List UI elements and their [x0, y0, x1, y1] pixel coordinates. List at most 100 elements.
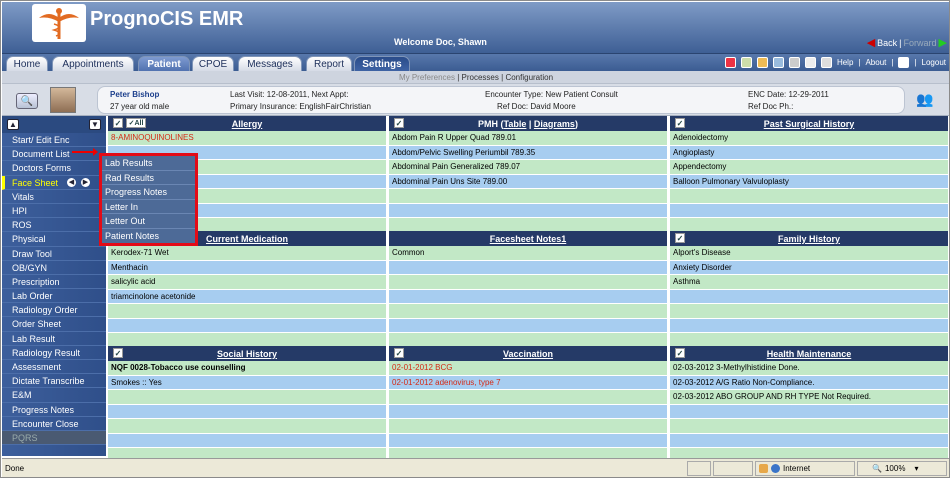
alert-icon[interactable]	[724, 57, 736, 68]
psh-title[interactable]: Past Surgical History	[670, 119, 948, 129]
home-icon[interactable]	[740, 57, 752, 68]
face-sheet: ✓ ✓All Allergy 8-AMINOQUINOLINES ✓ PMH (Tab…	[108, 116, 948, 463]
encounter-type: Encounter Type: New Patient Consult	[485, 90, 618, 99]
facesheet-notes-title[interactable]: Facesheet Notes1	[389, 234, 667, 244]
pmh-title: PMH (Table | Diagrams)	[478, 118, 578, 129]
vaccination-panel: ✓ Vaccination 02-01-2012 BCG 02-01-2012 a…	[389, 346, 667, 463]
pmh-diagrams-link[interactable]: Diagrams	[534, 119, 575, 129]
sidebar-item-obgyn[interactable]: OB/GYN	[2, 261, 106, 275]
sidebar-item-draw-tool[interactable]: Draw Tool	[2, 247, 106, 261]
pmh-checkbox[interactable]: ✓	[394, 118, 404, 128]
collapse-up-icon[interactable]: ▲	[7, 119, 19, 130]
list-item: Common	[389, 246, 667, 261]
tab-appointments[interactable]: Appointments	[52, 56, 134, 71]
health-maintenance-title[interactable]: Health Maintenance	[670, 349, 948, 359]
document-list-popup: Lab Results Rad Results Progress Notes L…	[99, 153, 198, 246]
sidebar-item-physical[interactable]: Physical	[2, 232, 106, 247]
list-item: Balloon Pulmonary Valvuloplasty	[670, 174, 948, 189]
sidebar-item-pqrs[interactable]: PQRS	[2, 430, 106, 446]
binoculars-icon[interactable]: 🔍	[16, 93, 38, 109]
health-maintenance-panel: ✓ Health Maintenance 02-03-2012 3-Methylh…	[670, 346, 948, 463]
social-checkbox[interactable]: ✓	[113, 348, 123, 358]
welcome-text: Welcome Doc, Shawn	[394, 37, 487, 47]
popup-item-progress-notes[interactable]: Progress Notes	[102, 185, 195, 200]
sidebar-item-ros[interactable]: ROS	[2, 218, 106, 233]
people-icon[interactable]	[756, 57, 768, 68]
list-item: 02-03-2012 3-Methylhistidine Done.	[670, 361, 948, 376]
sidebar-item-em[interactable]: E&M	[2, 388, 106, 403]
popup-item-lab-results[interactable]: Lab Results	[102, 156, 195, 171]
vaccination-checkbox[interactable]: ✓	[394, 348, 404, 358]
allergy-checkbox[interactable]: ✓	[113, 118, 123, 128]
zoom-control[interactable]: 🔍 100% ▾	[857, 461, 947, 476]
logout-icon[interactable]	[898, 57, 910, 68]
sidebar-item-lab-result[interactable]: Lab Result	[2, 332, 106, 346]
calculator-icon[interactable]	[788, 57, 800, 68]
tab-settings[interactable]: Settings	[354, 56, 410, 71]
sidebar-item-radiology-result[interactable]: Radiology Result	[2, 346, 106, 360]
list-item: 02-03-2012 A/G Ratio Non-Compliance.	[670, 375, 948, 390]
lock-icon	[759, 464, 768, 473]
list-item: Abdom/Pelvic Swelling Periumbil 789.35	[389, 145, 667, 160]
collapse-down-icon[interactable]: ▼	[89, 119, 101, 130]
my-preferences-link[interactable]: My Preferences	[399, 73, 455, 82]
pmh-table-link[interactable]: Table	[504, 119, 527, 129]
tab-home[interactable]: Home	[6, 56, 48, 71]
about-link[interactable]: About	[865, 58, 886, 67]
back-link[interactable]: Back	[877, 38, 897, 48]
sidebar-item-prescription[interactable]: Prescription	[2, 275, 106, 290]
sidebar-item-encounter-close[interactable]: Encounter Close	[2, 417, 106, 431]
sidebar-item-face-sheet[interactable]: Face Sheet ◀ ▶	[2, 175, 106, 190]
logout-link[interactable]: Logout	[922, 58, 946, 67]
sub-nav: My Preferences | Processes | Configurati…	[2, 71, 949, 84]
popup-item-letter-in[interactable]: Letter In	[102, 200, 195, 214]
pharmacy-icon[interactable]	[772, 57, 784, 68]
search-icon[interactable]	[820, 57, 832, 68]
sidebar-item-document-list[interactable]: Document List	[2, 147, 106, 162]
health-checkbox[interactable]: ✓	[675, 348, 685, 358]
popup-item-patient-notes[interactable]: Patient Notes	[102, 229, 195, 244]
patient-info-box: Peter Bishop 27 year old male Last Visit…	[97, 86, 905, 114]
back-arrow-icon[interactable]: ◀	[867, 36, 875, 49]
list-item: Asthma	[670, 275, 948, 290]
sidebar-item-start-edit-enc[interactable]: Start/ Edit Enc	[2, 133, 106, 148]
next-icon[interactable]: ▶	[81, 177, 90, 187]
allergy-all-checkbox[interactable]: ✓All	[126, 118, 146, 128]
forward-link[interactable]: Forward	[904, 38, 937, 48]
sidebar-item-doctors-forms[interactable]: Doctors Forms	[2, 161, 106, 176]
forward-arrow-icon[interactable]: ▶	[939, 36, 947, 49]
mail-icon[interactable]	[804, 57, 816, 68]
back-forward-nav[interactable]: ◀ Back | Forward ▶	[867, 36, 947, 49]
popup-item-rad-results[interactable]: Rad Results	[102, 171, 195, 185]
sidebar-item-assessment[interactable]: Assessment	[2, 360, 106, 375]
family-checkbox[interactable]: ✓	[675, 233, 685, 243]
sidebar-item-vitals[interactable]: Vitals	[2, 190, 106, 204]
list-item: Anxiety Disorder	[670, 260, 948, 275]
popup-item-letter-out[interactable]: Letter Out	[102, 214, 195, 229]
processes-link[interactable]: Processes	[462, 73, 499, 82]
sidebar-item-dictate-transcribe[interactable]: Dictate Transcribe	[2, 374, 106, 389]
allergy-title[interactable]: Allergy	[108, 119, 386, 129]
sidebar-item-progress-notes[interactable]: Progress Notes	[2, 403, 106, 417]
social-history-title[interactable]: Social History	[108, 349, 386, 359]
tab-cpoe[interactable]: CPOE	[192, 56, 234, 71]
prev-icon[interactable]: ◀	[67, 177, 76, 187]
tab-messages[interactable]: Messages	[238, 56, 302, 71]
psh-checkbox[interactable]: ✓	[675, 118, 685, 128]
sidebar-item-lab-order[interactable]: Lab Order	[2, 289, 106, 304]
configuration-link[interactable]: Configuration	[505, 73, 553, 82]
tab-patient[interactable]: Patient	[138, 56, 190, 71]
sidebar-item-order-sheet[interactable]: Order Sheet	[2, 317, 106, 332]
help-link[interactable]: Help	[837, 58, 853, 67]
sidebar-item-hpi[interactable]: HPI	[2, 204, 106, 219]
chevron-down-icon[interactable]: ▾	[914, 464, 918, 473]
vaccination-title[interactable]: Vaccination	[389, 349, 667, 359]
patient-name[interactable]: Peter Bishop	[110, 90, 159, 99]
list-item: Alport's Disease	[670, 246, 948, 261]
tab-report[interactable]: Report	[306, 56, 352, 71]
list-item: triamcinolone acetonide	[108, 289, 386, 304]
family-history-title[interactable]: Family History	[670, 234, 948, 244]
sidebar-item-radiology-order[interactable]: Radiology Order	[2, 303, 106, 318]
patients-icon[interactable]: 👥	[914, 88, 936, 110]
zoom-icon[interactable]: 🔍	[872, 464, 882, 473]
